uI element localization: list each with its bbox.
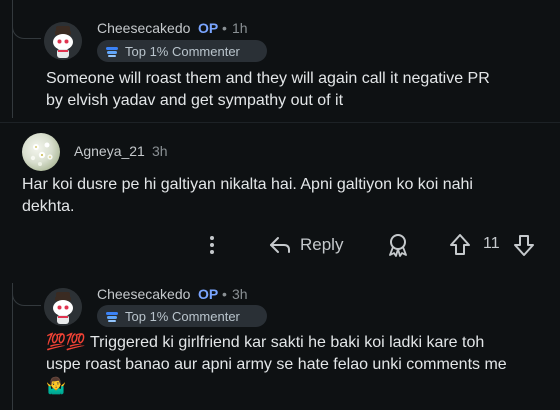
- thread-elbow: [12, 26, 41, 39]
- comment-line: Har koi dusre pe hi galtiyan nikalta hai…: [22, 176, 473, 193]
- user-flair: Top 1% Commenter: [97, 305, 267, 327]
- timestamp[interactable]: 3h: [152, 143, 168, 159]
- thread-elbow: [12, 293, 41, 306]
- comment-flair-icon: [106, 312, 118, 322]
- avatar[interactable]: [44, 22, 82, 60]
- reply-arrow-icon: [270, 237, 290, 253]
- upvote-button[interactable]: [448, 231, 472, 259]
- comment-thread: Cheesecakedo OP • 1h Top 1% Commenter So…: [0, 0, 560, 410]
- comment-line: Someone will roast them and they will ag…: [46, 70, 490, 87]
- flair-label: Top 1% Commenter: [125, 308, 240, 324]
- comment-line: uspe roast banao aur apni army se hate f…: [46, 356, 507, 373]
- flair-label: Top 1% Commenter: [125, 43, 240, 59]
- comment-body: Har koi dusre pe hi galtiyan nikalta hai…: [22, 174, 552, 218]
- avatar[interactable]: [22, 133, 60, 171]
- award-button[interactable]: [385, 231, 411, 259]
- reply-label: Reply: [300, 235, 344, 254]
- username[interactable]: Agneya_21: [74, 143, 145, 159]
- username[interactable]: Cheesecakedo: [97, 286, 190, 302]
- thread-line[interactable]: [12, 0, 13, 118]
- shrug-emoji: 🤷‍♂️: [46, 378, 66, 395]
- snoo-avatar-icon: [44, 288, 82, 326]
- flower-photo-icon: [30, 142, 53, 166]
- comment-body: 💯💯 Triggered ki girlfriend kar sakti he …: [46, 332, 556, 398]
- comment-line-text: Triggered ki girlfriend kar sakti he bak…: [85, 334, 485, 351]
- more-options-button[interactable]: [200, 232, 224, 258]
- downvote-button[interactable]: [512, 231, 536, 259]
- downvote-arrow-icon: [514, 235, 534, 256]
- op-badge: OP: [198, 286, 219, 302]
- comment-line: by elvish yadav and get sympathy out of …: [46, 92, 344, 109]
- thread-line[interactable]: [12, 283, 13, 410]
- comment-line: 💯💯 Triggered ki girlfriend kar sakti he …: [46, 332, 556, 354]
- op-badge: OP: [198, 20, 219, 36]
- separator: •: [222, 20, 227, 36]
- award-icon: [389, 234, 407, 257]
- upvote-arrow-icon: [450, 234, 470, 255]
- comment-action-bar: Reply 11: [0, 228, 560, 262]
- hundred-points-emoji: 💯💯: [46, 334, 86, 351]
- timestamp[interactable]: 3h: [232, 286, 248, 302]
- comment-line: dekhta.: [22, 198, 75, 215]
- timestamp[interactable]: 1h: [232, 20, 248, 36]
- reply-button[interactable]: Reply: [268, 230, 343, 260]
- separator: •: [222, 286, 227, 302]
- snoo-avatar-icon: [44, 22, 82, 60]
- user-flair: Top 1% Commenter: [97, 40, 267, 62]
- username[interactable]: Cheesecakedo: [97, 20, 190, 36]
- divider: [0, 122, 560, 123]
- vote-count: 11: [483, 235, 500, 252]
- more-vertical-icon: [210, 236, 214, 254]
- avatar[interactable]: [44, 288, 82, 326]
- comment-body: Someone will roast them and they will ag…: [46, 68, 556, 112]
- comment-flair-icon: [106, 47, 118, 57]
